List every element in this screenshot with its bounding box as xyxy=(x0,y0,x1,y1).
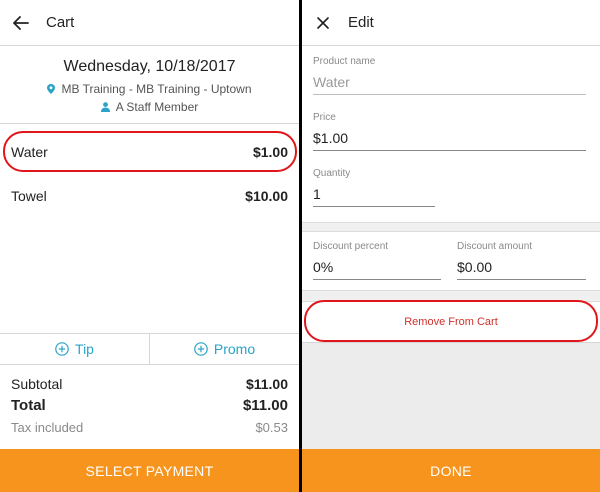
cart-topbar: Cart xyxy=(0,0,299,46)
arrow-left-icon[interactable] xyxy=(12,14,30,32)
cart-header: Wednesday, 10/18/2017 MB Training - MB T… xyxy=(0,46,299,124)
cart-item-price: $10.00 xyxy=(245,188,288,204)
promo-label: Promo xyxy=(213,341,256,357)
cart-item-name: Towel xyxy=(11,188,47,204)
section-separator xyxy=(302,222,600,232)
cart-pane: Cart Wednesday, 10/18/2017 MB Training -… xyxy=(0,0,299,492)
cart-date: Wednesday, 10/18/2017 xyxy=(63,58,236,75)
done-button[interactable]: DONE xyxy=(302,449,600,492)
tax-row: Tax included $0.53 xyxy=(0,420,299,435)
subtotal-label: Subtotal xyxy=(11,376,63,392)
highlight-ring-remove xyxy=(304,300,598,342)
discount-amount-input[interactable] xyxy=(457,256,586,280)
tax-value: $0.53 xyxy=(255,420,288,435)
tax-label: Tax included xyxy=(11,420,84,435)
empty-panel-area xyxy=(302,342,600,449)
discount-percent-input[interactable] xyxy=(313,256,441,280)
tip-button[interactable]: Tip xyxy=(0,334,149,364)
discount-percent-label: Discount percent xyxy=(313,241,389,252)
edit-topbar: Edit xyxy=(302,0,600,46)
select-payment-button[interactable]: SELECT PAYMENT xyxy=(0,449,299,492)
location-pin-icon xyxy=(47,84,56,94)
highlight-ring-water xyxy=(3,131,297,172)
product-name-field: Product name xyxy=(313,56,586,95)
tip-promo-bar: Tip Promo xyxy=(0,333,299,365)
location-line: MB Training - MB Training - Uptown xyxy=(0,82,299,96)
quantity-field: Quantity xyxy=(313,168,435,207)
plus-circle-icon xyxy=(55,342,69,356)
quantity-input[interactable] xyxy=(313,183,435,207)
cart-title: Cart xyxy=(46,14,75,31)
tip-label: Tip xyxy=(75,341,94,357)
edit-title: Edit xyxy=(348,14,374,31)
price-input[interactable] xyxy=(313,127,586,151)
discount-percent-field: Discount percent xyxy=(313,241,441,280)
person-icon xyxy=(100,102,110,112)
total-row: Total $11.00 xyxy=(0,397,299,414)
staff-line: A Staff Member xyxy=(0,100,299,114)
product-name-input xyxy=(313,71,586,95)
total-value: $11.00 xyxy=(242,397,288,414)
edit-pane: Edit Product name Price Quantity Discoun… xyxy=(302,0,600,492)
plus-circle-icon xyxy=(194,342,208,356)
staff-text: A Staff Member xyxy=(115,100,199,114)
promo-button[interactable]: Promo xyxy=(149,334,299,364)
subtotal-row: Subtotal $11.00 xyxy=(0,376,299,392)
price-label: Price xyxy=(313,112,336,123)
location-text: MB Training - MB Training - Uptown xyxy=(61,82,252,96)
product-name-label: Product name xyxy=(313,56,376,67)
close-icon[interactable] xyxy=(314,14,332,32)
cart-item-towel[interactable]: Towel $10.00 xyxy=(0,184,299,208)
quantity-label: Quantity xyxy=(313,168,351,179)
total-label: Total xyxy=(11,397,46,414)
subtotal-value: $11.00 xyxy=(245,376,288,392)
price-field: Price xyxy=(313,112,586,151)
discount-amount-label: Discount amount xyxy=(457,241,533,252)
discount-amount-field: Discount amount xyxy=(457,241,586,280)
